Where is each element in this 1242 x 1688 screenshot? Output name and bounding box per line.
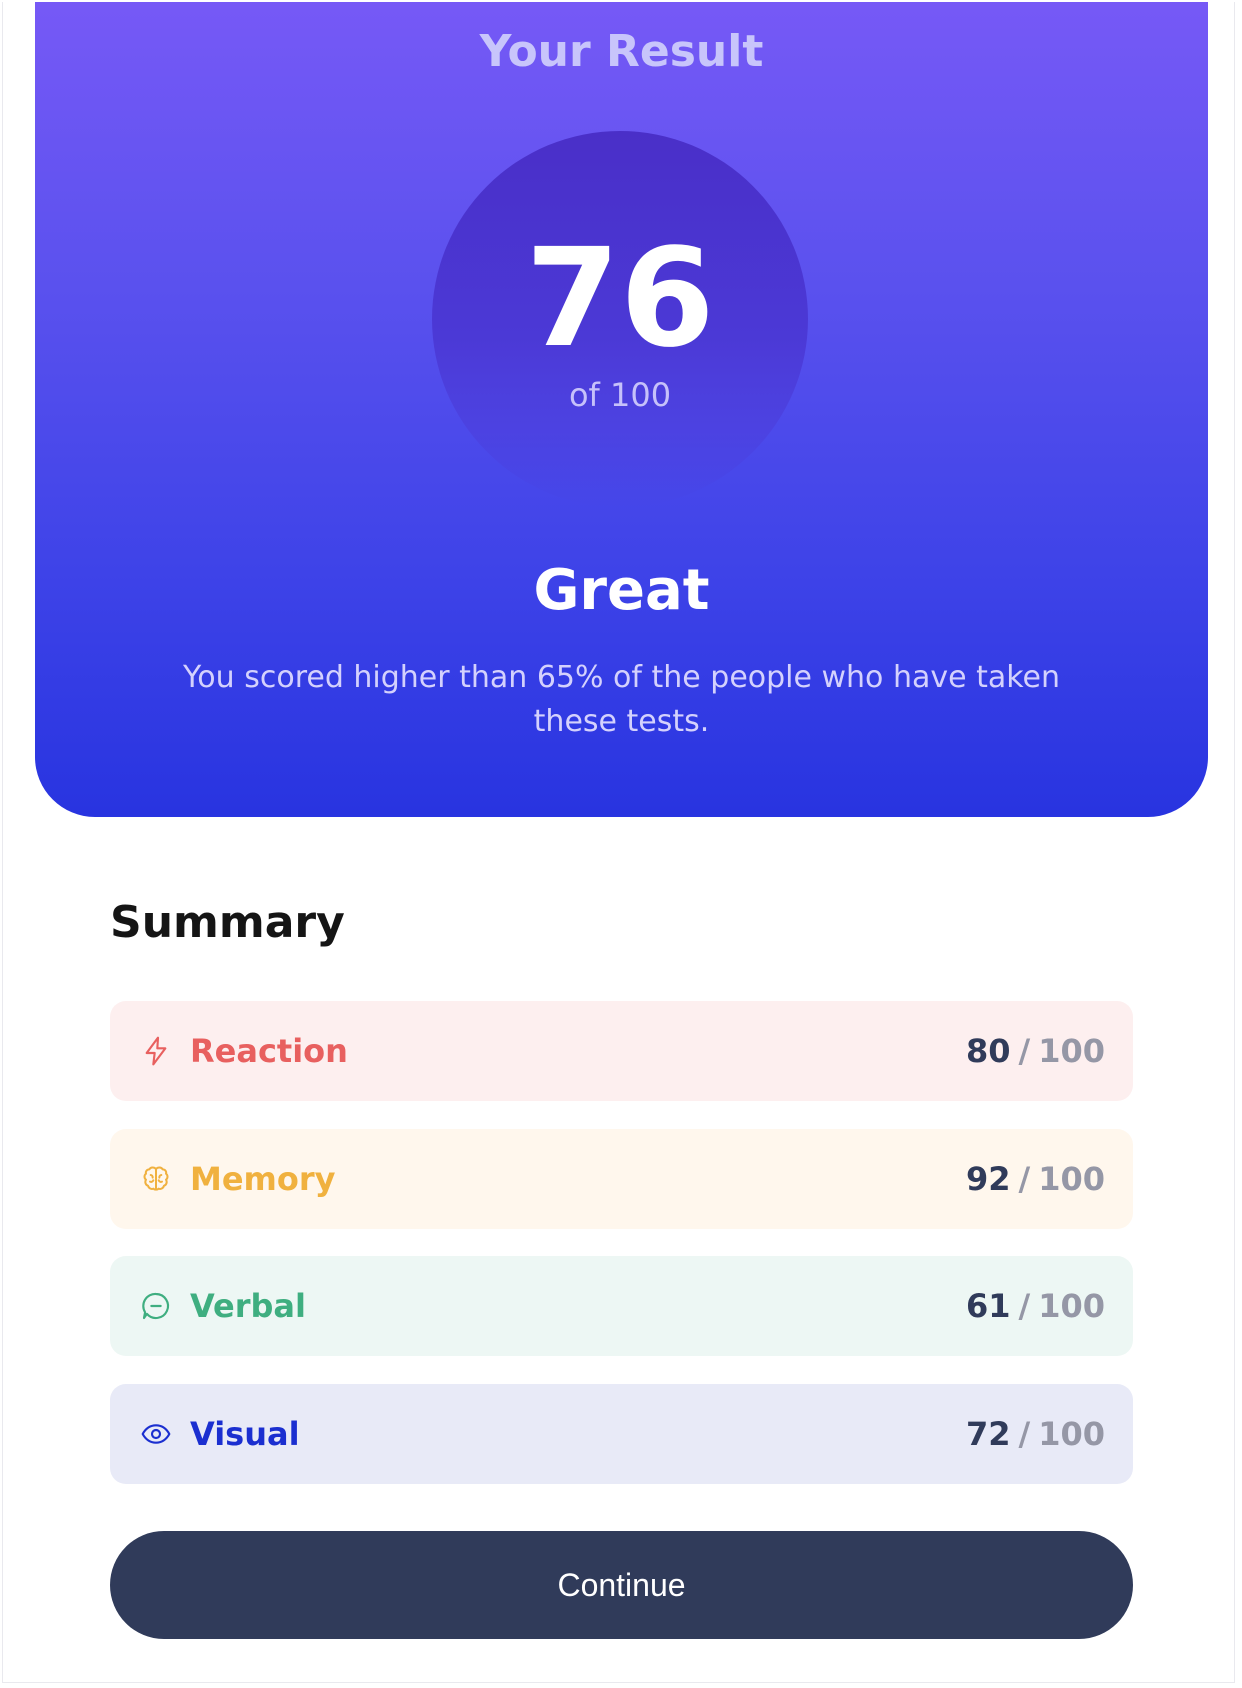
summary-item-label: Visual (190, 1415, 300, 1453)
score-circle: 76 of 100 (432, 131, 808, 507)
summary-item-max: 100 (1038, 1160, 1105, 1198)
score-value: 76 (525, 220, 715, 378)
results-page: Your Result 76 of 100 Great You scored h… (0, 0, 1242, 1688)
summary-item-reaction: Reaction 80 / 100 (110, 1001, 1133, 1101)
summary-item-score: 72 (965, 1415, 1011, 1453)
summary-item-label: Reaction (190, 1032, 348, 1070)
summary-item-label: Memory (190, 1160, 336, 1198)
result-description: You scored higher than 65% of the people… (182, 660, 1061, 739)
summary-item-visual: Visual 72 / 100 (110, 1384, 1133, 1484)
chat-bubble-icon (140, 1290, 172, 1322)
summary-item-verbal: Verbal 61 / 100 (110, 1256, 1133, 1356)
lightning-icon (140, 1035, 172, 1067)
result-card: Your Result 76 of 100 Great You scored h… (35, 2, 1208, 817)
brain-icon (140, 1163, 172, 1195)
continue-button[interactable]: Continue (110, 1531, 1133, 1639)
result-title: Your Result (479, 26, 764, 77)
summary-item-separator: / (1018, 1160, 1031, 1198)
summary-item-separator: / (1018, 1032, 1031, 1070)
summary-item-score: 92 (965, 1160, 1011, 1198)
summary-item-max: 100 (1038, 1032, 1105, 1070)
content-frame: Your Result 76 of 100 Great You scored h… (2, 2, 1235, 1683)
summary-item-score: 80 (965, 1032, 1011, 1070)
eye-icon (140, 1418, 172, 1450)
rating-label: Great (533, 558, 710, 623)
summary-item-max: 100 (1038, 1287, 1105, 1325)
summary-item-label: Verbal (190, 1287, 306, 1325)
score-total: of 100 (568, 376, 672, 414)
summary-item-memory: Memory 92 / 100 (110, 1129, 1133, 1229)
summary-item-max: 100 (1038, 1415, 1105, 1453)
summary-item-score: 61 (965, 1287, 1011, 1325)
summary-item-separator: / (1018, 1415, 1031, 1453)
summary-title: Summary (110, 897, 345, 948)
summary-item-separator: / (1018, 1287, 1031, 1325)
